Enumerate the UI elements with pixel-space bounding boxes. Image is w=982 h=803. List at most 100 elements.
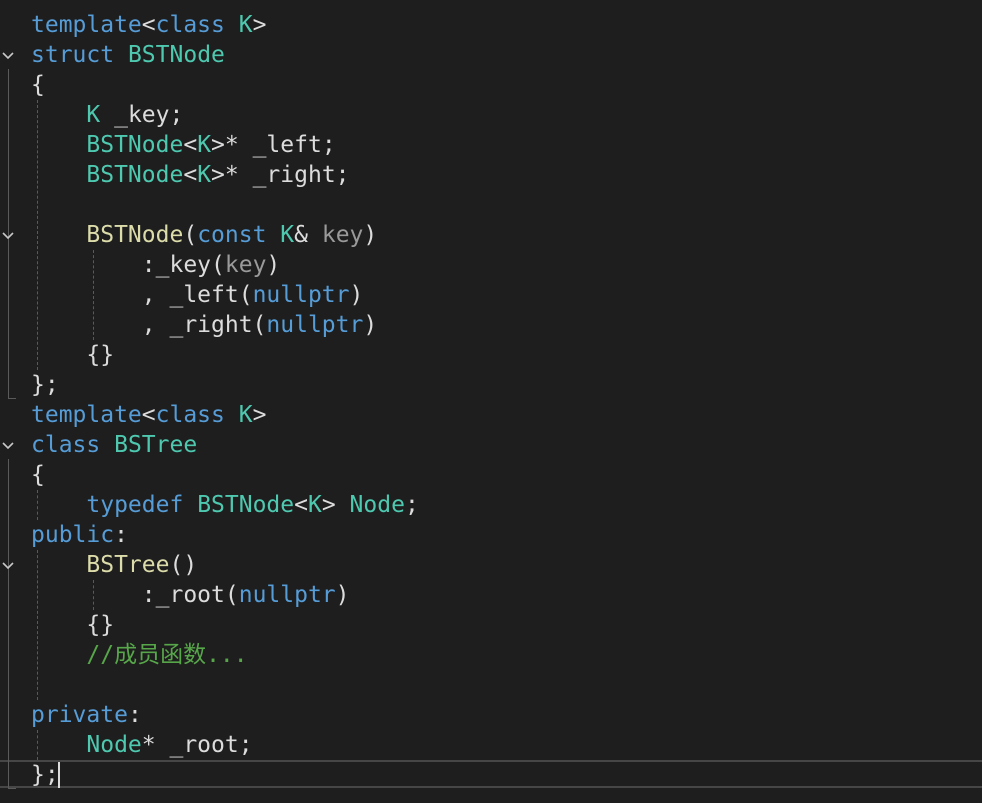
fold-chevron-icon[interactable]: [1, 40, 15, 70]
code-line[interactable]: , _right(nullptr): [0, 310, 982, 340]
code-editor[interactable]: template<class K> struct BSTNode{ K _key;…: [0, 0, 982, 803]
code-line[interactable]: {: [0, 460, 982, 490]
code-text: template<class K>: [31, 10, 266, 40]
code-line[interactable]: :_key(key): [0, 250, 982, 280]
code-token: struct: [31, 42, 115, 68]
code-line[interactable]: K _key;: [0, 100, 982, 130]
code-line[interactable]: };: [0, 760, 982, 790]
code-token: private: [31, 702, 128, 728]
code-token: {: [31, 462, 45, 488]
code-text: class BSTree: [31, 430, 197, 460]
code-token: * _root;: [141, 732, 253, 758]
code-token: <: [183, 132, 198, 158]
code-line[interactable]: {}: [0, 340, 982, 370]
code-token: ): [363, 222, 378, 248]
code-line[interactable]: //成员函数...: [0, 640, 982, 670]
code-token: const: [197, 222, 267, 248]
code-lines: template<class K> struct BSTNode{ K _key;…: [0, 10, 982, 790]
code-line[interactable]: [0, 190, 982, 220]
code-text: BSTNode<K>* _left;: [31, 130, 335, 160]
code-token: BSTNode: [86, 162, 184, 188]
code-line[interactable]: BSTNode(const K& key): [0, 220, 982, 250]
code-token: :_root(: [31, 582, 239, 608]
code-token: {}: [31, 342, 115, 368]
code-text: template<class K>: [31, 400, 266, 430]
code-text: BSTree(): [31, 550, 197, 580]
code-line[interactable]: BSTree(): [0, 550, 982, 580]
code-token: K: [86, 102, 101, 128]
code-token: ): [349, 282, 364, 308]
code-token: ): [363, 312, 378, 338]
code-line[interactable]: public:: [0, 520, 982, 550]
code-token: K: [197, 162, 212, 188]
code-token: class: [31, 432, 101, 458]
fold-chevron-icon[interactable]: [1, 550, 15, 580]
code-token: BSTNode: [127, 42, 225, 68]
code-token: &: [294, 222, 322, 248]
code-token: :: [114, 522, 128, 548]
code-token: :_key(: [31, 252, 225, 278]
code-text: BSTNode<K>* _right;: [31, 160, 349, 190]
code-text: K _key;: [31, 100, 183, 130]
text-caret: [58, 762, 60, 788]
code-token: , _left(: [31, 282, 253, 308]
code-text: //成员函数...: [31, 640, 247, 670]
code-token: nullptr: [252, 282, 350, 308]
code-token: template: [31, 402, 142, 428]
code-token: >: [252, 402, 267, 428]
fold-chevron-icon[interactable]: [1, 430, 15, 460]
code-line[interactable]: , _left(nullptr): [0, 280, 982, 310]
code-line[interactable]: BSTNode<K>* _right;: [0, 160, 982, 190]
code-line[interactable]: template<class K>: [0, 400, 982, 430]
code-token: };: [31, 762, 59, 788]
code-line[interactable]: {: [0, 70, 982, 100]
fold-chevron-icon[interactable]: [1, 220, 15, 250]
code-token: (: [183, 222, 198, 248]
code-token: BSTNode: [86, 222, 184, 248]
code-line[interactable]: :_root(nullptr): [0, 580, 982, 610]
code-line[interactable]: struct BSTNode: [0, 40, 982, 70]
code-token: nullptr: [266, 312, 364, 338]
code-line[interactable]: [0, 670, 982, 700]
code-text: struct BSTNode: [31, 40, 225, 70]
code-token: public: [31, 522, 115, 548]
code-token: class: [155, 12, 225, 38]
code-token: >: [252, 12, 267, 38]
code-token: class: [155, 402, 225, 428]
code-line[interactable]: template<class K>: [0, 10, 982, 40]
code-text: {}: [31, 610, 114, 640]
code-token: };: [31, 372, 59, 398]
code-token: key: [321, 222, 364, 248]
code-token: {: [31, 72, 45, 98]
code-line[interactable]: };: [0, 370, 982, 400]
code-token: key: [224, 252, 267, 278]
code-token: K: [197, 132, 212, 158]
code-text: private:: [31, 700, 142, 730]
code-line[interactable]: private:: [0, 700, 982, 730]
code-token: K: [307, 492, 322, 518]
code-token: (): [169, 552, 198, 578]
code-token: K: [238, 12, 253, 38]
code-token: ): [266, 252, 281, 278]
code-token: Node: [86, 732, 142, 758]
code-text: {: [31, 70, 45, 100]
code-line[interactable]: class BSTree: [0, 430, 982, 460]
code-line[interactable]: BSTNode<K>* _left;: [0, 130, 982, 160]
code-text: };: [31, 370, 59, 400]
code-token: BSTNode: [86, 132, 184, 158]
code-line[interactable]: Node* _root;: [0, 730, 982, 760]
code-line[interactable]: {}: [0, 610, 982, 640]
code-line[interactable]: typedef BSTNode<K> Node;: [0, 490, 982, 520]
